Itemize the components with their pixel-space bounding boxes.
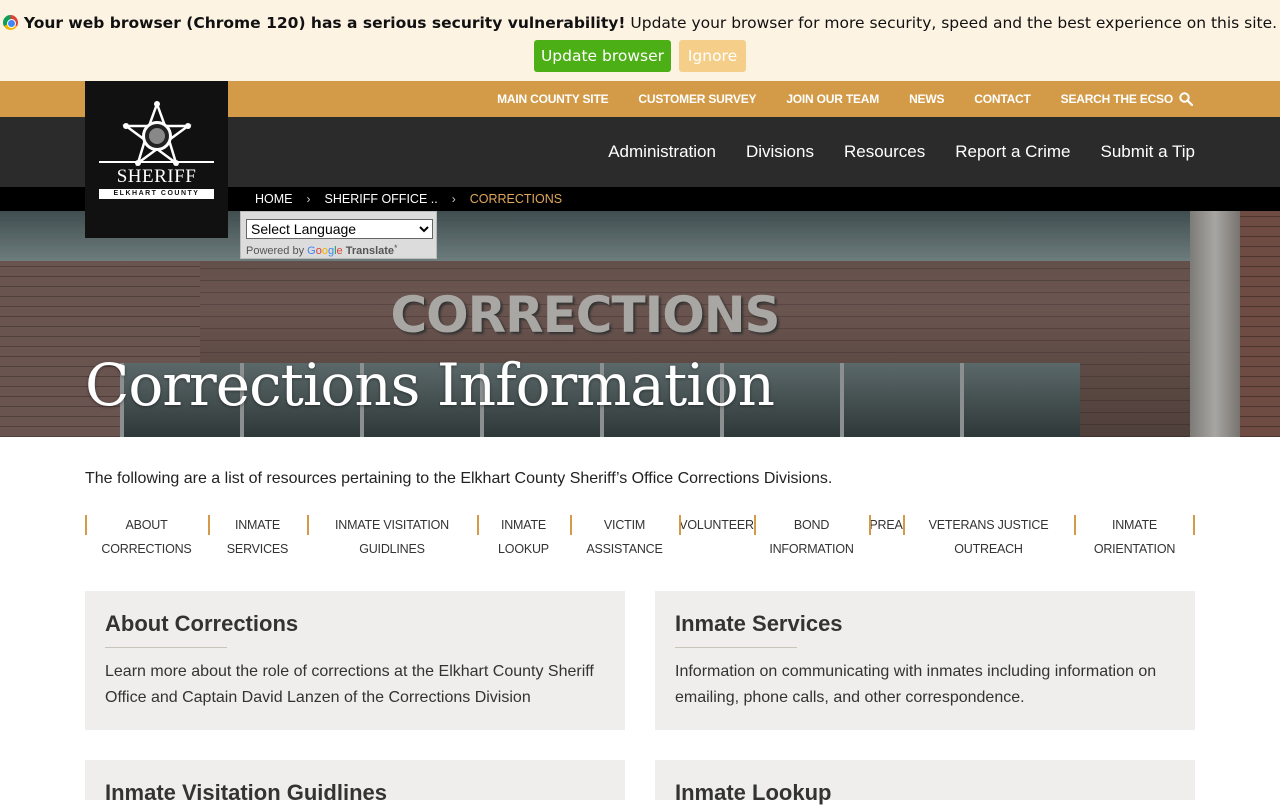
google-translate-widget: Select Language Powered by Google Transl…: [240, 211, 437, 259]
card-title: Inmate Lookup: [675, 780, 832, 805]
subnav-divider: [679, 515, 681, 535]
subnav-item-veterans-justice-outreach[interactable]: VETERANS JUSTICE OUTREACH: [903, 513, 1074, 561]
breadcrumb-current: CORRECTIONS: [469, 192, 563, 206]
nav-item-divisions[interactable]: Divisions: [746, 142, 814, 162]
subnav-item-inmate-services[interactable]: INMATE SERVICES: [208, 513, 307, 561]
card-about-corrections[interactable]: About Corrections Learn more about the r…: [85, 591, 625, 730]
subnav-label: VOLUNTEER: [679, 518, 754, 532]
language-select[interactable]: Select Language: [246, 219, 433, 239]
subnav-label: PREA: [869, 518, 903, 532]
search-link[interactable]: SEARCH THE ECSO: [1061, 92, 1193, 106]
utility-link-join-our-team[interactable]: JOIN OUR TEAM: [786, 92, 879, 106]
nav-item-submit-a-tip[interactable]: Submit a Tip: [1101, 142, 1196, 162]
card-inmate-lookup[interactable]: Inmate Lookup: [655, 760, 1195, 805]
subnav-divider: [869, 515, 871, 535]
hero-wall-right: [1240, 211, 1280, 437]
subnav-divider: [754, 515, 756, 535]
subnav-divider: [208, 515, 210, 535]
card-divider: [675, 647, 797, 648]
subnav-label: INMATE VISITATION GUIDLINES: [335, 518, 449, 556]
subnav-item-inmate-lookup[interactable]: INMATE LOOKUP: [477, 513, 570, 561]
logo-county: ELKHART COUNTY: [99, 189, 214, 199]
intro-text: The following are a list of resources pe…: [85, 470, 833, 487]
chevron-right-icon: ›: [306, 192, 311, 206]
card-title: About Corrections: [105, 611, 299, 636]
subnav-item-prea[interactable]: PREA: [869, 513, 903, 561]
card-description: Learn more about the role of corrections…: [105, 663, 594, 706]
translate-powered-by: Powered by Google Translate*: [246, 243, 398, 257]
ignore-button[interactable]: Ignore: [679, 40, 746, 72]
search-label: SEARCH THE ECSO: [1060, 92, 1174, 106]
hero-pillar: [1190, 211, 1240, 437]
utility-link-news[interactable]: NEWS: [909, 92, 944, 106]
subnav-label: INMATE SERVICES: [226, 518, 289, 556]
google-logo-text: Google: [307, 245, 343, 257]
hero-building-sign: CORRECTIONS: [390, 286, 780, 344]
browser-update-banner: Your web browser (Chrome 120) has a seri…: [0, 0, 1280, 81]
logo-title: SHERIFF: [116, 166, 197, 187]
subnav-divider: [307, 515, 309, 535]
update-message: Your web browser (Chrome 120) has a seri…: [0, 14, 1280, 32]
breadcrumb-sheriff-office[interactable]: SHERIFF OFFICE ..: [325, 192, 438, 206]
subnav-label: BOND INFORMATION: [769, 518, 854, 556]
hero-banner: CORRECTIONS Corrections Information: [0, 211, 1280, 437]
card-inmate-services[interactable]: Inmate Services Information on communica…: [655, 591, 1195, 730]
subnav-divider: [477, 515, 479, 535]
subnav-divider: [1074, 515, 1076, 535]
nav-item-resources[interactable]: Resources: [844, 142, 925, 162]
main-nav-items: Administration Divisions Resources Repor…: [608, 117, 1195, 187]
powered-by-label: Powered by: [246, 245, 305, 257]
update-browser-button[interactable]: Update browser: [534, 40, 671, 72]
utility-link-main-county-site[interactable]: MAIN COUNTY SITE: [497, 92, 608, 106]
card-title: Inmate Services: [675, 611, 843, 636]
subnav-item-about-corrections[interactable]: ABOUT CORRECTIONS: [85, 513, 208, 561]
subnav-item-victim-assistance[interactable]: VICTIM ASSISTANCE: [570, 513, 679, 561]
chrome-icon: [2, 15, 18, 30]
utility-links: MAIN COUNTY SITE CUSTOMER SURVEY JOIN OU…: [497, 81, 1193, 117]
subnav-label: ABOUT CORRECTIONS: [101, 518, 192, 556]
breadcrumb-home[interactable]: HOME: [255, 192, 293, 206]
card-description: Information on communicating with inmate…: [675, 663, 1157, 706]
subnav-item-bond-information[interactable]: BOND INFORMATION: [754, 513, 869, 561]
sheriff-logo[interactable]: SHERIFF ELKHART COUNTY: [85, 81, 228, 238]
card-title: Inmate Visitation Guidlines: [105, 780, 387, 805]
subnav-item-volunteer[interactable]: VOLUNTEER: [679, 513, 754, 561]
breadcrumb: HOME › SHERIFF OFFICE .. › CORRECTIONS: [255, 187, 562, 211]
subnav-divider: [903, 515, 905, 535]
card-inmate-visitation[interactable]: Inmate Visitation Guidlines: [85, 760, 625, 805]
corrections-subnav: ABOUT CORRECTIONS INMATE SERVICES INMATE…: [85, 513, 1195, 561]
translate-link[interactable]: Translate: [346, 245, 394, 257]
subnav-item-inmate-visitation[interactable]: INMATE VISITATION GUIDLINES: [307, 513, 477, 561]
update-warning-text: Update your browser for more security, s…: [625, 14, 1278, 32]
subnav-label: INMATE LOOKUP: [498, 518, 549, 556]
nav-item-administration[interactable]: Administration: [608, 142, 716, 162]
page-title: Corrections Information: [85, 351, 775, 419]
logo-rule: [99, 161, 214, 163]
utility-link-customer-survey[interactable]: CUSTOMER SURVEY: [638, 92, 756, 106]
utility-link-contact[interactable]: CONTACT: [974, 92, 1031, 106]
subnav-divider: [1193, 515, 1195, 535]
card-divider: [105, 647, 227, 648]
subnav-label: VETERANS JUSTICE OUTREACH: [928, 518, 1049, 556]
subnav-label: INMATE ORIENTATION: [1093, 518, 1176, 556]
nav-item-report-a-crime[interactable]: Report a Crime: [955, 142, 1070, 162]
subnav-divider: [570, 515, 572, 535]
search-icon: [1179, 92, 1193, 106]
subnav-divider: [85, 515, 87, 535]
subnav-item-inmate-orientation[interactable]: INMATE ORIENTATION: [1074, 513, 1195, 561]
subnav-label: VICTIM ASSISTANCE: [586, 518, 663, 556]
update-warning-bold: Your web browser (Chrome 120) has a seri…: [23, 14, 626, 32]
chevron-right-icon: ›: [451, 192, 456, 206]
